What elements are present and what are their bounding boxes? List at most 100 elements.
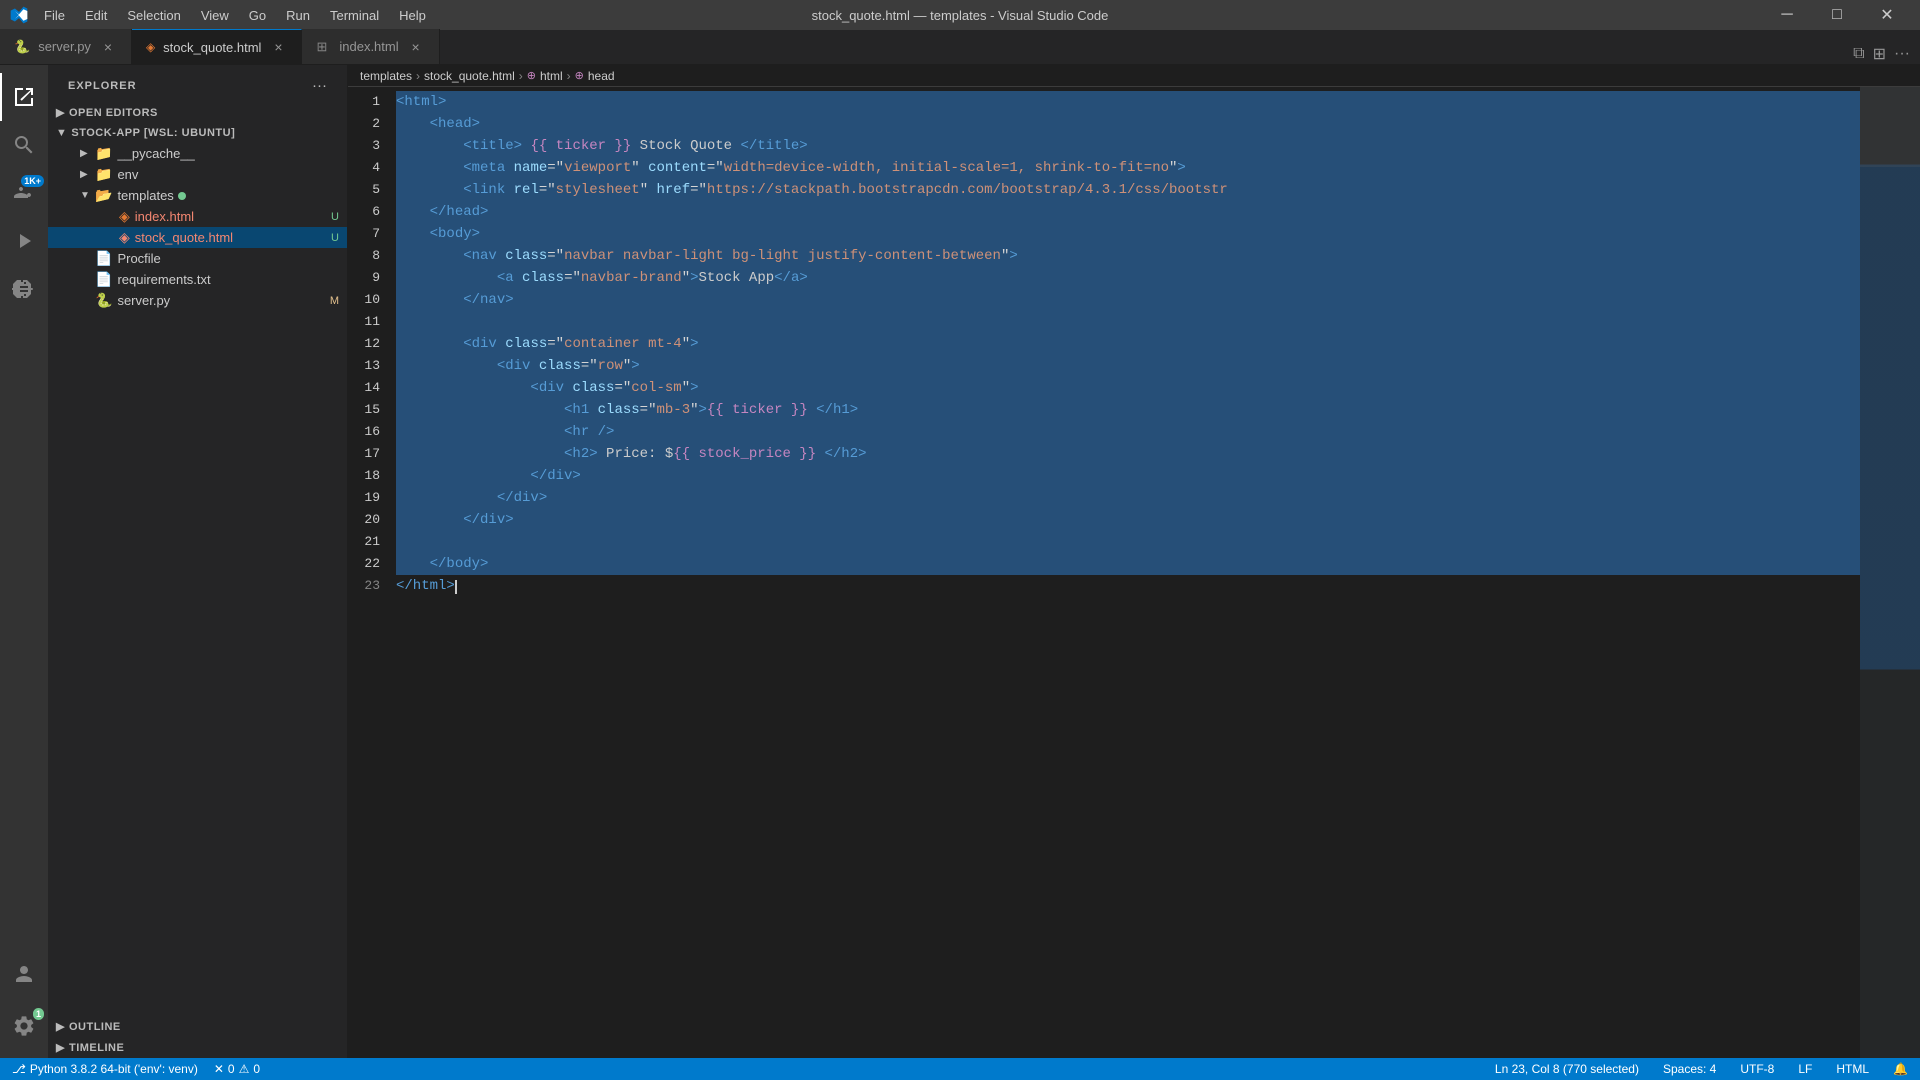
minimize-button[interactable]: ─ bbox=[1764, 0, 1810, 30]
tree-requirements[interactable]: 📄 requirements.txt bbox=[48, 269, 347, 290]
menu-terminal[interactable]: Terminal bbox=[322, 6, 387, 25]
line-content-15: <h1 class="mb-3">{{ ticker }} </h1> bbox=[396, 399, 1860, 421]
code-line-4: 4 <meta name="viewport" content="width=d… bbox=[348, 157, 1860, 179]
line-num-8: 8 bbox=[348, 245, 396, 267]
tree-procfile[interactable]: 📄 Procfile bbox=[48, 248, 347, 269]
tree-pycache[interactable]: ▶ 📁 __pycache__ bbox=[48, 143, 347, 164]
more-actions-icon[interactable]: ··· bbox=[1894, 45, 1910, 63]
tab-index-html[interactable]: ⊞ index.html × bbox=[302, 29, 439, 64]
timeline-header[interactable]: ▶ TIMELINE bbox=[48, 1037, 347, 1058]
line-content-21 bbox=[396, 531, 1860, 553]
open-editors-header[interactable]: ▶ OPEN EDITORS bbox=[48, 102, 347, 123]
code-line-18: 18 </div> bbox=[348, 465, 1860, 487]
status-errors[interactable]: ✕ 0 ⚠ 0 bbox=[210, 1062, 264, 1076]
project-header[interactable]: ▼ STOCK-APP [WSL: UBUNTU] bbox=[48, 123, 347, 143]
error-count: 0 bbox=[228, 1062, 235, 1076]
tree-stock-quote-html[interactable]: ◈ stock_quote.html U bbox=[48, 227, 347, 248]
line-content-5: <link rel="stylesheet" href="https://sta… bbox=[396, 179, 1860, 201]
activity-run[interactable] bbox=[0, 217, 48, 265]
line-num-2: 2 bbox=[348, 113, 396, 135]
split-editor-icon[interactable]: ⧉ bbox=[1853, 45, 1864, 63]
activity-extensions[interactable] bbox=[0, 265, 48, 313]
line-content-20: </div> bbox=[396, 509, 1860, 531]
tab-split-icon: ⊞ bbox=[316, 39, 327, 55]
tree-server-py[interactable]: 🐍 server.py M bbox=[48, 290, 347, 311]
new-file-icon[interactable]: ··· bbox=[312, 77, 327, 94]
tree-index-html[interactable]: ◈ index.html U bbox=[48, 206, 347, 227]
tab-stock-quote-html[interactable]: ◈ stock_quote.html × bbox=[132, 29, 303, 64]
line-num-17: 17 bbox=[348, 443, 396, 465]
line-content-1: <html> bbox=[396, 91, 1860, 113]
templates-label: templates bbox=[117, 188, 173, 203]
code-line-13: 13 <div class="row"> bbox=[348, 355, 1860, 377]
status-language[interactable]: HTML bbox=[1832, 1062, 1873, 1076]
code-line-6: 6 </head> bbox=[348, 201, 1860, 223]
line-content-3: <title> {{ ticker }} Stock Quote </title… bbox=[396, 135, 1860, 157]
tree-templates[interactable]: ▼ 📂 templates bbox=[48, 185, 347, 206]
code-line-22: 22 </body> bbox=[348, 553, 1860, 575]
minimap-slider[interactable] bbox=[1860, 87, 1920, 167]
breadcrumb-sep-1: › bbox=[416, 69, 420, 83]
pycache-chevron: ▶ bbox=[80, 148, 92, 159]
tab-stock-quote-html-close[interactable]: × bbox=[269, 38, 287, 56]
code-line-11: 11 bbox=[348, 311, 1860, 333]
status-spaces[interactable]: Spaces: 4 bbox=[1659, 1062, 1720, 1076]
tab-server-py[interactable]: 🐍 server.py × bbox=[0, 29, 132, 64]
line-content-13: <div class="row"> bbox=[396, 355, 1860, 377]
activity-source-control[interactable]: 1K+ bbox=[0, 169, 48, 217]
warning-count: 0 bbox=[253, 1062, 260, 1076]
line-num-23: 23 bbox=[348, 575, 396, 597]
menu-view[interactable]: View bbox=[193, 6, 237, 25]
activity-explorer[interactable] bbox=[0, 73, 48, 121]
activity-search[interactable] bbox=[0, 121, 48, 169]
code-line-3: 3 <title> {{ ticker }} Stock Quote </tit… bbox=[348, 135, 1860, 157]
line-content-22: </body> bbox=[396, 553, 1860, 575]
close-button[interactable]: ✕ bbox=[1864, 0, 1910, 30]
line-content-16: <hr /> bbox=[396, 421, 1860, 443]
code-line-19: 19 </div> bbox=[348, 487, 1860, 509]
menu-help[interactable]: Help bbox=[391, 6, 434, 25]
code-line-2: 2 <head> bbox=[348, 113, 1860, 135]
requirements-label: requirements.txt bbox=[117, 272, 210, 287]
sidebar-header: EXPLORER ··· bbox=[48, 65, 347, 102]
status-encoding[interactable]: UTF-8 bbox=[1736, 1062, 1778, 1076]
tab-server-py-close[interactable]: × bbox=[99, 38, 117, 56]
settings-icon bbox=[12, 1014, 36, 1038]
menu-run[interactable]: Run bbox=[278, 6, 318, 25]
line-content-23: </html> bbox=[396, 575, 1860, 597]
status-branch[interactable]: ⎇ Python 3.8.2 64-bit ('env': venv) bbox=[8, 1062, 202, 1076]
tab-index-html-close[interactable]: × bbox=[407, 38, 425, 56]
menu-selection[interactable]: Selection bbox=[119, 6, 188, 25]
editor-content[interactable]: 1 <html> 2 <head> 3 <title> {{ ticker }}… bbox=[348, 87, 1860, 1058]
activity-account[interactable] bbox=[0, 950, 48, 998]
timeline-label: TIMELINE bbox=[69, 1042, 124, 1054]
tree-env[interactable]: ▶ 📁 env bbox=[48, 164, 347, 185]
file-tree: ▶ 📁 __pycache__ ▶ 📁 env ▼ 📂 templates bbox=[48, 143, 347, 311]
line-content-12: <div class="container mt-4"> bbox=[396, 333, 1860, 355]
status-feedback[interactable]: 🔔 bbox=[1889, 1062, 1912, 1076]
status-left: ⎇ Python 3.8.2 64-bit ('env': venv) ✕ 0 … bbox=[8, 1062, 264, 1076]
outline-chevron: ▶ bbox=[56, 1020, 65, 1033]
line-content-18: </div> bbox=[396, 465, 1860, 487]
breadcrumb-file[interactable]: stock_quote.html bbox=[424, 69, 515, 83]
activity-settings[interactable]: 1 bbox=[0, 1002, 48, 1050]
py-icon: 🐍 bbox=[14, 39, 30, 55]
maximize-button[interactable]: □ bbox=[1814, 0, 1860, 30]
error-icon: ✕ bbox=[214, 1062, 224, 1076]
breadcrumb-templates[interactable]: templates bbox=[360, 69, 412, 83]
menu-go[interactable]: Go bbox=[241, 6, 274, 25]
code-line-16: 16 <hr /> bbox=[348, 421, 1860, 443]
menu-edit[interactable]: Edit bbox=[77, 6, 115, 25]
breadcrumb-html-label: html bbox=[540, 69, 563, 83]
code-line-15: 15 <h1 class="mb-3">{{ ticker }} </h1> bbox=[348, 399, 1860, 421]
open-editors-chevron: ▶ bbox=[56, 106, 65, 119]
status-cursor[interactable]: Ln 23, Col 8 (770 selected) bbox=[1491, 1062, 1643, 1076]
menu-file[interactable]: File bbox=[36, 6, 73, 25]
status-line-ending[interactable]: LF bbox=[1794, 1062, 1816, 1076]
line-content-6: </head> bbox=[396, 201, 1860, 223]
layout-icon[interactable]: ⊞ bbox=[1873, 44, 1886, 64]
outline-header[interactable]: ▶ OUTLINE bbox=[48, 1016, 347, 1037]
breadcrumb-html[interactable]: ⊕ html bbox=[527, 69, 563, 83]
project-label: STOCK-APP [WSL: UBUNTU] bbox=[71, 127, 235, 139]
breadcrumb-head[interactable]: ⊕ head bbox=[575, 69, 615, 83]
